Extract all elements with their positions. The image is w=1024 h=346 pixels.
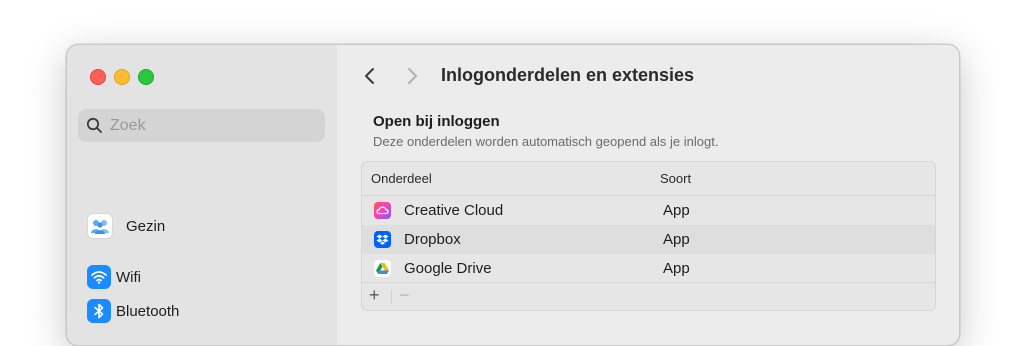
forward-button[interactable] [403, 67, 421, 85]
column-header-onderdeel[interactable]: Onderdeel [371, 171, 432, 186]
row-name: Dropbox [404, 231, 461, 248]
back-button[interactable] [361, 67, 379, 85]
dropbox-icon [374, 231, 391, 248]
row-type: App [663, 231, 690, 248]
row-name: Google Drive [404, 260, 492, 277]
row-name: Creative Cloud [404, 202, 504, 219]
sidebar: Zoek Gezin Wifi Bluetooth [67, 45, 338, 345]
remove-button[interactable]: − [399, 285, 410, 306]
bluetooth-icon [87, 299, 111, 323]
button-divider [391, 290, 392, 304]
creative-cloud-icon [374, 202, 391, 219]
search-icon [86, 117, 102, 133]
table-row[interactable]: Google Drive App [362, 254, 935, 283]
row-type: App [663, 260, 690, 277]
wifi-icon [87, 265, 111, 289]
table-footer: + − [362, 282, 935, 310]
sidebar-item-wifi[interactable]: Wifi [87, 263, 141, 291]
sidebar-item-bluetooth[interactable]: Bluetooth [87, 297, 179, 325]
sidebar-item-label: Bluetooth [116, 302, 180, 320]
google-drive-icon [374, 260, 391, 277]
family-icon [87, 213, 113, 239]
section-subtitle: Deze onderdelen worden automatisch geope… [373, 134, 719, 149]
table-row[interactable]: Dropbox App [362, 225, 935, 254]
sidebar-item-label: Gezin [126, 217, 166, 235]
minimize-window-button[interactable] [114, 69, 130, 85]
settings-window: Zoek Gezin Wifi Bluetooth Inlogonderdele… [66, 44, 960, 346]
page-title: Inlogonderdelen en extensies [441, 65, 695, 85]
table-header: Onderdeel Soort [362, 162, 935, 196]
add-button[interactable]: + [369, 285, 380, 306]
section-title: Open bij inloggen [373, 113, 500, 130]
sidebar-item-gezin[interactable]: Gezin [87, 212, 165, 240]
column-header-soort[interactable]: Soort [660, 171, 691, 186]
sidebar-item-label: Wifi [116, 268, 141, 286]
maximize-window-button[interactable] [138, 69, 154, 85]
search-field[interactable]: Zoek [78, 109, 325, 142]
row-type: App [663, 202, 690, 219]
close-window-button[interactable] [90, 69, 106, 85]
search-placeholder: Zoek [110, 117, 146, 134]
main-content: Inlogonderdelen en extensies Open bij in… [337, 45, 959, 345]
table-row[interactable]: Creative Cloud App [362, 196, 935, 225]
login-items-table: Onderdeel Soort Creative Cloud App Dropb… [361, 161, 936, 311]
